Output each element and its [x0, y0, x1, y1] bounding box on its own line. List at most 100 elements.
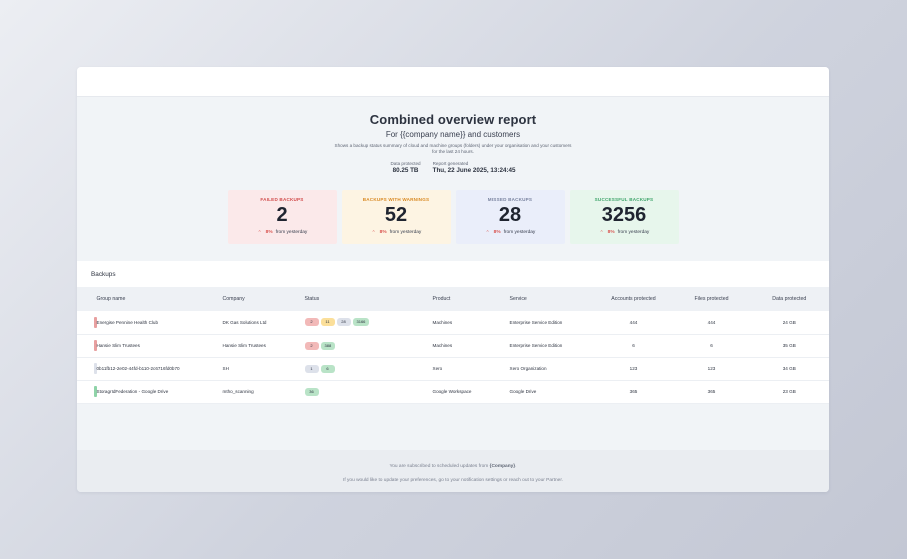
- table-row[interactable]: Hansie Slim Trustees Hansie Slim Trustees…: [77, 334, 829, 358]
- stat-change-text: from yesterday: [275, 230, 308, 235]
- cell-files-protected: 123: [673, 357, 750, 381]
- stat-change-text: from yesterday: [617, 230, 650, 235]
- cell-group-name: Energise Pennine Health Club: [96, 311, 223, 335]
- cell-company: DK Gas Solutions Ltd: [222, 311, 305, 335]
- report-card: Combined overview report For {{company n…: [77, 67, 829, 492]
- col-status: Status: [304, 296, 320, 302]
- stat-label: FAILED BACKUPS: [260, 197, 304, 202]
- col-files-protected: Files protected: [694, 296, 729, 302]
- cell-service: Enterprise Service Edition: [509, 334, 594, 358]
- cell-service: Xero Organization: [509, 357, 594, 381]
- cell-product: Machines: [432, 334, 510, 358]
- table-header-row: Group name Company Status Product Servic…: [77, 287, 829, 311]
- cell-product: Xero: [432, 357, 510, 381]
- stat-value: 28: [498, 204, 522, 226]
- stat-change: ⌃ 8% from yesterday: [228, 230, 337, 235]
- cell-data-protected: 24 GB: [749, 311, 829, 335]
- stat-change-percent: 8%: [379, 230, 387, 235]
- stat-value: 2: [276, 204, 288, 226]
- stat-value: 52: [384, 204, 408, 226]
- status-badge-red: 2: [304, 318, 319, 327]
- cell-files-protected: 6: [673, 334, 750, 358]
- cell-service: Google Drive: [509, 380, 594, 404]
- cell-status: 16: [304, 357, 433, 381]
- data-protected-label: Data protected: [390, 161, 421, 166]
- status-badge-grey: 28: [336, 318, 351, 327]
- trend-up-icon: ⌃: [371, 229, 376, 236]
- footer-company: {Company}: [489, 464, 516, 469]
- stat-value: 3256: [601, 204, 647, 226]
- table-row[interactable]: StoragrIdFederation - Google Drive mtho_s…: [77, 380, 829, 404]
- cell-status: 2 11 28 3166: [304, 311, 433, 335]
- backups-section: Backups Group name Company Status Produc…: [77, 261, 829, 404]
- col-product: Product: [432, 296, 451, 302]
- footer-preferences-text: If you would like to update your prefere…: [343, 478, 563, 483]
- cell-group-name: StoragrIdFederation - Google Drive: [96, 380, 223, 404]
- cell-files-protected: 444: [673, 311, 750, 335]
- col-company: Company: [222, 296, 245, 302]
- cell-data-protected: 35 GB: [749, 334, 829, 358]
- stat-label: SUCCESSFUL BACKUPS: [594, 197, 654, 202]
- report-description: Shows a backup status summary of cloud a…: [334, 143, 572, 154]
- cell-group-name: Hansie Slim Trustees: [96, 334, 223, 358]
- cell-product: Machines: [432, 311, 510, 335]
- cell-product: Google Workspace: [432, 380, 510, 404]
- backups-table: Group name Company Status Product Servic…: [77, 287, 829, 404]
- stat-change: ⌃ 8% from yesterday: [456, 230, 565, 235]
- top-bar: [77, 67, 829, 97]
- stat-change-percent: 8%: [493, 230, 501, 235]
- table-row[interactable]: Energise Pennine Health Club DK Gas Solut…: [77, 311, 829, 335]
- col-accounts-protected: Accounts protected: [611, 296, 656, 302]
- page-title: Combined overview report: [369, 112, 537, 127]
- page-subtitle: For {{company name}} and customers: [385, 130, 521, 139]
- status-badge-grey: 1: [304, 364, 319, 373]
- footer-subscription-text: You are subscribed to scheduled updates …: [389, 464, 517, 469]
- col-service: Service: [509, 296, 527, 302]
- stat-card-failed: FAILED BACKUPS 2 ⌃ 8% from yesterday: [227, 190, 337, 244]
- cell-files-protected: 365: [673, 380, 750, 404]
- backups-title: Backups: [91, 270, 116, 278]
- table-row[interactable]: 0b11fb12-2e02-44fd-b110-2c6716fd0b70 SH 1 6…: [77, 357, 829, 381]
- cell-accounts-protected: 444: [593, 311, 674, 335]
- report-generated-value: Thu, 22 June 2025, 13:24:45: [432, 167, 516, 174]
- stat-card-missed: MISSED BACKUPS 28 ⌃ 8% from yesterday: [455, 190, 565, 244]
- data-protected-value: 80.25 TB: [392, 167, 419, 174]
- footer: You are subscribed to scheduled updates …: [77, 450, 829, 492]
- cell-company: SH: [222, 357, 305, 381]
- cell-status: 2 388: [304, 334, 433, 358]
- report-generated: Report generated Thu, 22 June 2025, 13:2…: [433, 161, 516, 174]
- col-group-name: Group name: [96, 296, 126, 302]
- cell-group-name: 0b11fb12-2e02-44fd-b110-2c6716fd0b70: [96, 357, 223, 381]
- trend-up-icon: ⌃: [257, 229, 262, 236]
- col-data-protected: Data protected: [772, 296, 807, 302]
- status-badge-green: 6: [320, 364, 335, 373]
- cell-accounts-protected: 365: [593, 380, 674, 404]
- cell-company: Hansie Slim Trustees: [222, 334, 305, 358]
- stat-change-percent: 8%: [607, 230, 615, 235]
- stat-card-warnings: BACKUPS WITH WARNINGS 52 ⌃ 8% from yesterd…: [341, 190, 451, 244]
- status-badge-green: 3166: [352, 318, 370, 327]
- cell-service: Enterprise Service Edition: [509, 311, 594, 335]
- cell-data-protected: 34 GB: [749, 357, 829, 381]
- cell-status: 36: [304, 380, 433, 404]
- stat-change: ⌃ 8% from yesterday: [570, 230, 679, 235]
- trend-up-icon: ⌃: [599, 229, 604, 236]
- status-badge-green: 388: [320, 341, 336, 350]
- stat-change: ⌃ 8% from yesterday: [342, 230, 451, 235]
- status-badge-yellow: 11: [320, 318, 335, 327]
- stat-label: MISSED BACKUPS: [487, 197, 533, 202]
- cell-accounts-protected: 123: [593, 357, 674, 381]
- data-protected-summary: Data protected 80.25 TB: [390, 161, 420, 174]
- status-badge-green: 36: [304, 387, 319, 396]
- stat-change-text: from yesterday: [389, 230, 422, 235]
- stat-label: BACKUPS WITH WARNINGS: [362, 197, 430, 202]
- report-meta: Data protected 80.25 TB Report generated…: [77, 161, 829, 174]
- cell-data-protected: 23 GB: [749, 380, 829, 404]
- stat-card-successful: SUCCESSFUL BACKUPS 3256 ⌃ 8% from yesterda…: [569, 190, 679, 244]
- stats-row: FAILED BACKUPS 2 ⌃ 8% from yesterday BACKU…: [77, 190, 829, 244]
- trend-up-icon: ⌃: [485, 229, 490, 236]
- stat-change-percent: 8%: [265, 230, 273, 235]
- status-badge-red: 2: [304, 341, 319, 350]
- cell-accounts-protected: 6: [593, 334, 674, 358]
- report-generated-label: Report generated: [432, 161, 469, 166]
